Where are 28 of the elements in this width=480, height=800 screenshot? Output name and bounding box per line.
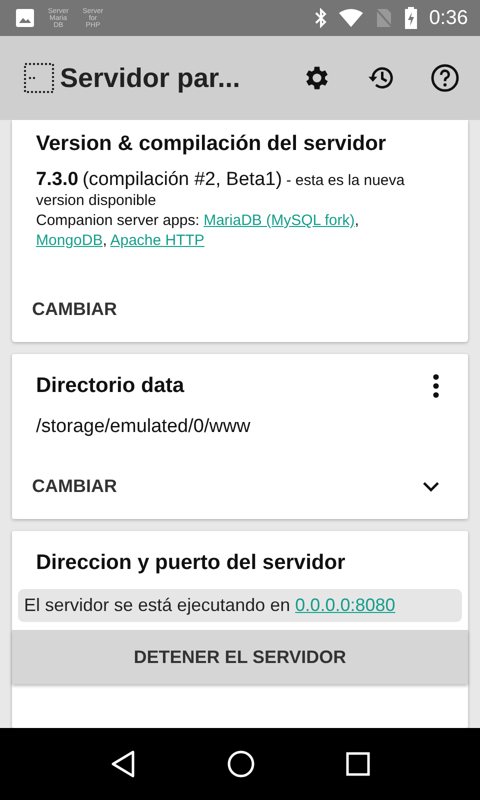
clock: 0:36 — [429, 6, 468, 30]
server-address-link[interactable]: 0.0.0.0:8080 — [295, 595, 396, 615]
directory-path: /storage/emulated/0/www — [36, 416, 252, 438]
card-title: Direccion y puerto del servidor — [35, 551, 346, 575]
companion-app-link[interactable]: MariaDB (MySQL fork) — [204, 212, 355, 229]
app-logo-icon — [24, 63, 54, 93]
app-title: Servidor par... — [60, 62, 242, 94]
server-status-text: El servidor se está ejecutando en 0.0.0.0:8080 — [18, 589, 462, 622]
more-options-icon[interactable] — [432, 374, 440, 398]
companion-app-link[interactable]: MongoDB — [36, 232, 103, 249]
companion-app-link[interactable]: Apache HTTP — [110, 232, 204, 249]
wifi-icon — [339, 9, 364, 27]
no-sim-icon — [375, 8, 394, 28]
home-icon[interactable] — [226, 750, 255, 778]
card-title: Directorio data — [36, 374, 184, 398]
expand-icon[interactable] — [422, 480, 440, 492]
bluetooth-icon — [315, 8, 328, 28]
change-button[interactable]: CAMBIAR — [32, 468, 117, 505]
recents-icon[interactable] — [346, 752, 370, 776]
version-text: 7.3.0 (compilación #2, Beta1) - esta es la nueva version disponible — [36, 170, 406, 211]
back-icon[interactable] — [110, 750, 136, 778]
card-title: Version & compilación del servidor — [36, 132, 388, 156]
battery-charging-icon — [405, 7, 418, 29]
help-icon[interactable] — [430, 63, 460, 93]
change-button[interactable]: CAMBIAR — [32, 291, 117, 328]
companion-apps-text: Companion server apps: MariaDB (MySQL fork), MongoDB, Apache HTTP — [36, 211, 360, 251]
image-icon — [16, 9, 34, 27]
stop-server-button[interactable]: DETENER EL SERVIDOR — [12, 630, 468, 684]
